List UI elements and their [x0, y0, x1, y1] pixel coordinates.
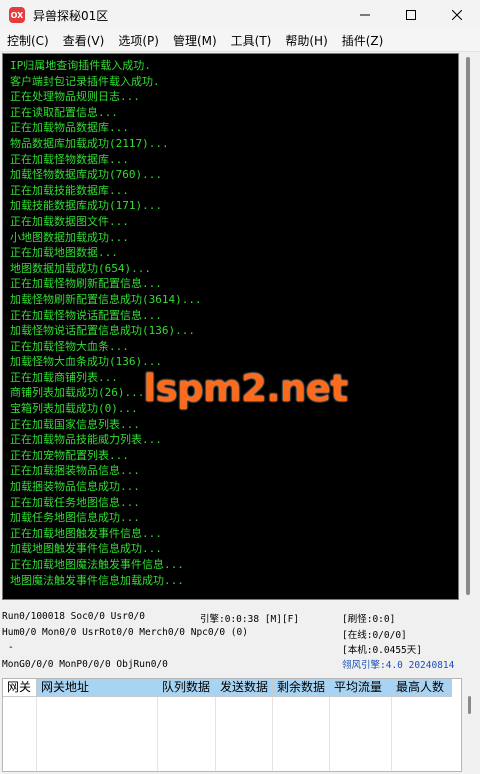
console-line: 加载地图触发事件信息成功... [10, 542, 162, 556]
console-line: 地图数据加载成功(654)... [10, 261, 151, 275]
status-hum: Hum0/0 Mon0/0 UsrRot0/0 Merch0/0 Npc0/0 … [2, 627, 248, 638]
console-scrollbar-thumb[interactable] [466, 57, 470, 595]
menu-options[interactable]: 选项(P) [111, 31, 166, 51]
status-refresh-monster: [刷怪:0:0] [342, 614, 396, 625]
console-line: 正在加载数据图文件... [10, 214, 129, 228]
status-engine-time: 引擎:0:0:38 [M][F] [200, 614, 300, 625]
grid-divider [215, 697, 216, 771]
column-avg-traffic[interactable]: 平均流量 [330, 679, 392, 697]
console-line: 正在加载地图触发事件信息... [10, 526, 162, 540]
console-line: 正在加载地图数据... [10, 246, 118, 260]
status-engine-version: 翎风引擎:4.0 20240814 [342, 660, 455, 671]
console-line: 小地图数据加载成功... [10, 230, 129, 244]
console-line: 正在加载物品数据库... [10, 121, 129, 135]
grid-divider [329, 697, 330, 771]
status-online: [在线:0/0/0] [342, 630, 407, 641]
status-run: Run0/100018 Soc0/0 Usr0/0 [2, 611, 145, 622]
maximize-icon [406, 10, 416, 20]
menu-manage[interactable]: 管理(M) [166, 31, 224, 51]
status-panel: Run0/100018 Soc0/0 Usr0/0 引擎:0:0:38 [M][… [0, 604, 480, 676]
console-line: 正在处理物品规则日志... [10, 90, 140, 104]
console-line: 正在读取配置信息... [10, 105, 118, 119]
grid-divider [391, 697, 392, 771]
console-line: 正在加载地图魔法触发事件信息... [10, 558, 184, 571]
column-queue-data[interactable]: 队列数据 [158, 679, 216, 697]
console-line: 正在加载捆装物品信息... [10, 464, 140, 478]
console-line: 加载怪物数据库成功(760)... [10, 168, 162, 182]
gateway-table[interactable]: 网关 网关地址 队列数据 发送数据 剩余数据 平均流量 最高人数 [2, 678, 462, 772]
console-line: 地图魔法触发事件信息加载成功... [10, 573, 184, 587]
menu-tools[interactable]: 工具(T) [224, 31, 279, 51]
status-dash: - [8, 642, 14, 653]
console-line: 正在加载怪物大血条... [10, 339, 129, 353]
status-mong: MonG0/0/0 MonP0/0/0 ObjRun0/0 [2, 659, 168, 670]
column-gateway[interactable]: 网关 [3, 679, 37, 697]
console-line: 正在加载国家信息列表... [10, 417, 140, 431]
column-max-users[interactable]: 最高人数 [392, 679, 452, 697]
console-line: 加载怪物刷新配置信息成功(3614)... [10, 292, 202, 306]
console-line: 加载任务地图信息成功... [10, 511, 140, 525]
console-line: 正在加载怪物说话配置信息... [10, 308, 162, 322]
console-line: 加载技能数据库成功(171)... [10, 199, 162, 213]
console-log[interactable]: IP归属地查询插件载入成功. 客户端封包记录插件载入成功. 正在处理物品规则日志..… [2, 53, 459, 600]
close-icon [452, 10, 462, 20]
title-bar: OX 异兽探秘01区 [0, 0, 480, 30]
table-scrollbar-thumb[interactable] [468, 696, 471, 714]
status-local: [本机:0.0455天] [342, 645, 422, 656]
console-line: 正在加载怪物刷新配置信息... [10, 277, 162, 291]
console-line: 物品数据库加载成功(2117)... [10, 136, 169, 150]
gateway-table-header: 网关 网关地址 队列数据 发送数据 剩余数据 平均流量 最高人数 [3, 679, 461, 697]
window-title: 异兽探秘01区 [33, 8, 109, 23]
gateway-table-body[interactable] [3, 697, 461, 771]
minimize-button[interactable] [342, 0, 388, 30]
console-line: 正在加载任务地图信息... [10, 495, 140, 509]
console-scrollbar[interactable] [460, 53, 478, 600]
console-line: 正在加载物品技能威力列表... [10, 433, 162, 447]
column-send-data[interactable]: 发送数据 [216, 679, 273, 697]
close-button[interactable] [434, 0, 480, 30]
menu-plugins[interactable]: 插件(Z) [335, 31, 391, 51]
console-line: IP归属地查询插件载入成功. [10, 59, 151, 72]
console-line: 加载怪物说话配置信息成功(136)... [10, 324, 195, 338]
console-line: 正在加载技能数据库... [10, 183, 129, 197]
maximize-button[interactable] [388, 0, 434, 30]
console-line: 加载捆装物品信息成功... [10, 480, 140, 494]
grid-divider [272, 697, 273, 771]
menu-view[interactable]: 查看(V) [56, 31, 112, 51]
console-line: 正在加载怪物数据库... [10, 152, 129, 166]
app-logo-icon: OX [9, 7, 25, 23]
column-gateway-address[interactable]: 网关地址 [37, 679, 158, 697]
minimize-icon [360, 14, 370, 16]
column-remaining-data[interactable]: 剩余数据 [273, 679, 330, 697]
watermark-logo: lspm2.net [143, 366, 348, 410]
console-line: 客户端封包记录插件载入成功. [10, 74, 160, 88]
grid-divider [36, 697, 37, 771]
menu-help[interactable]: 帮助(H) [278, 31, 334, 51]
table-scrollbar[interactable] [462, 678, 478, 772]
console-line: 正在加宠物配置列表... [10, 448, 129, 462]
grid-divider [157, 697, 158, 771]
menu-bar: 控制(C) 查看(V) 选项(P) 管理(M) 工具(T) 帮助(H) 插件(Z… [0, 30, 480, 52]
menu-control[interactable]: 控制(C) [0, 31, 56, 51]
